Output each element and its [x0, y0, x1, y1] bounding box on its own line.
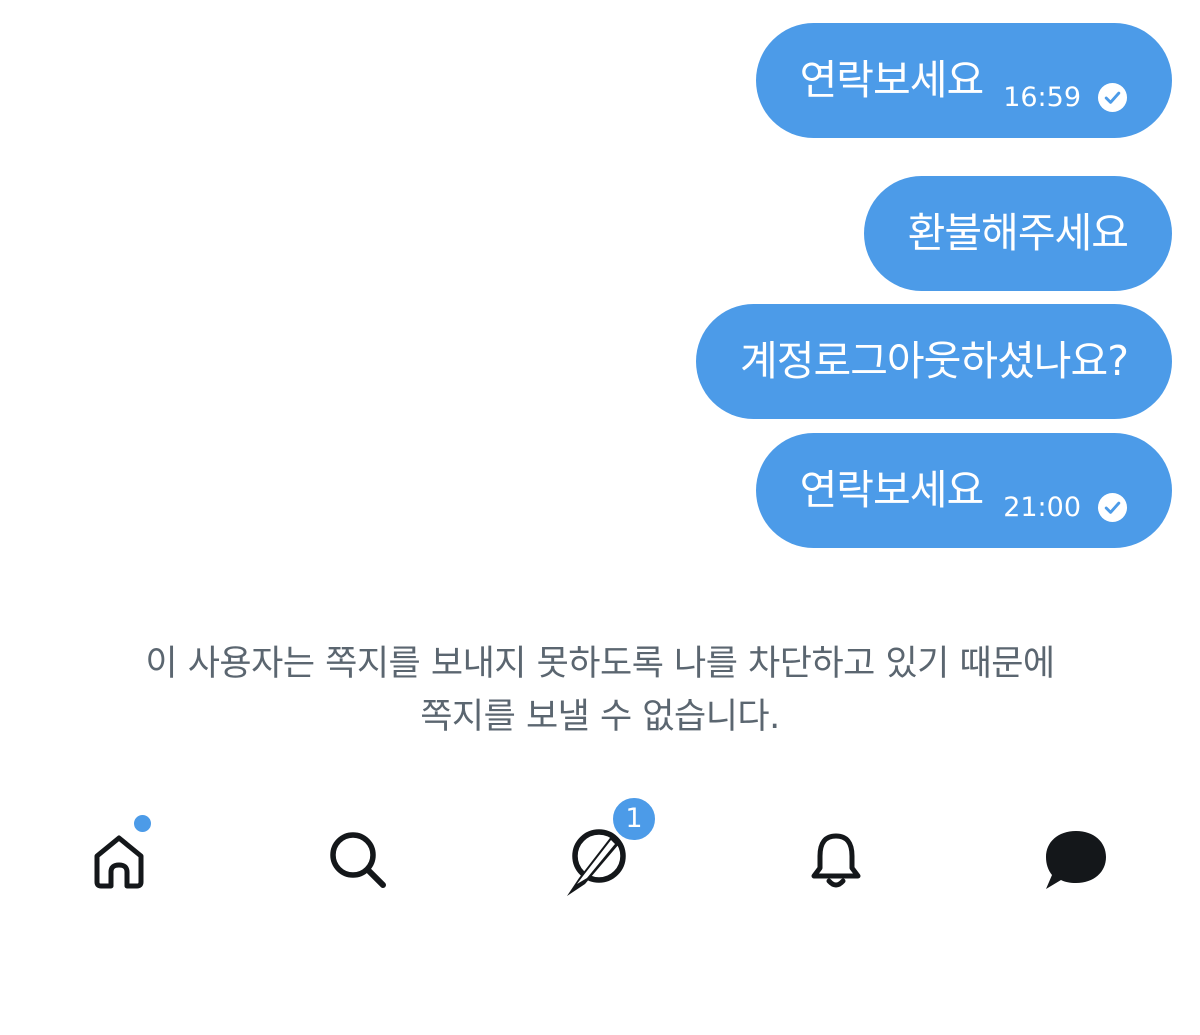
message-meta: 21:00: [1003, 492, 1128, 523]
blocked-notice: 이 사용자는 쪽지를 보내지 못하도록 나를 차단하고 있기 때문에 쪽지를 보…: [0, 638, 1200, 744]
home-icon: [94, 835, 144, 889]
message-bubble[interactable]: 연락보세요 16:59: [755, 23, 1172, 138]
read-check-icon: [1097, 492, 1128, 523]
message-text: 연락보세요: [799, 466, 985, 514]
search-icon: [330, 832, 386, 888]
bell-icon: [811, 833, 861, 888]
message-time: 21:00: [1003, 492, 1081, 523]
blocked-notice-line-1: 이 사용자는 쪽지를 보내지 못하도록 나를 차단하고 있기 때문에: [145, 644, 1055, 684]
message-bubble[interactable]: 환불해주세요: [863, 176, 1172, 291]
read-check-icon: [1097, 82, 1128, 113]
tab-spaces[interactable]: 1: [552, 795, 658, 905]
chat-bubble-icon: [1046, 831, 1106, 889]
message-text: 계정로그아웃하셨나요?: [740, 337, 1129, 385]
message-bubble[interactable]: 계정로그아웃하셨나요?: [696, 304, 1172, 419]
home-notification-dot: [132, 813, 153, 834]
bottom-tab-bar: 1: [0, 795, 1200, 915]
message-time: 16:59: [1003, 82, 1081, 113]
tab-messages[interactable]: [1030, 815, 1120, 905]
tab-notifications[interactable]: [791, 815, 881, 905]
message-text: 환불해주세요: [907, 209, 1129, 257]
message-meta: 16:59: [1003, 82, 1128, 113]
message-bubble[interactable]: 연락보세요 21:00: [755, 433, 1172, 548]
dm-conversation-screen: 연락보세요 16:59 환불해주세요 계정로그아웃하셨나요? 연락보세요 21:…: [0, 0, 1200, 1035]
spaces-badge: 1: [610, 795, 658, 843]
tab-search[interactable]: [313, 815, 403, 905]
message-text: 연락보세요: [799, 56, 985, 104]
tab-home[interactable]: [74, 813, 164, 905]
blocked-notice-line-2: 쪽지를 보낼 수 없습니다.: [420, 697, 780, 737]
